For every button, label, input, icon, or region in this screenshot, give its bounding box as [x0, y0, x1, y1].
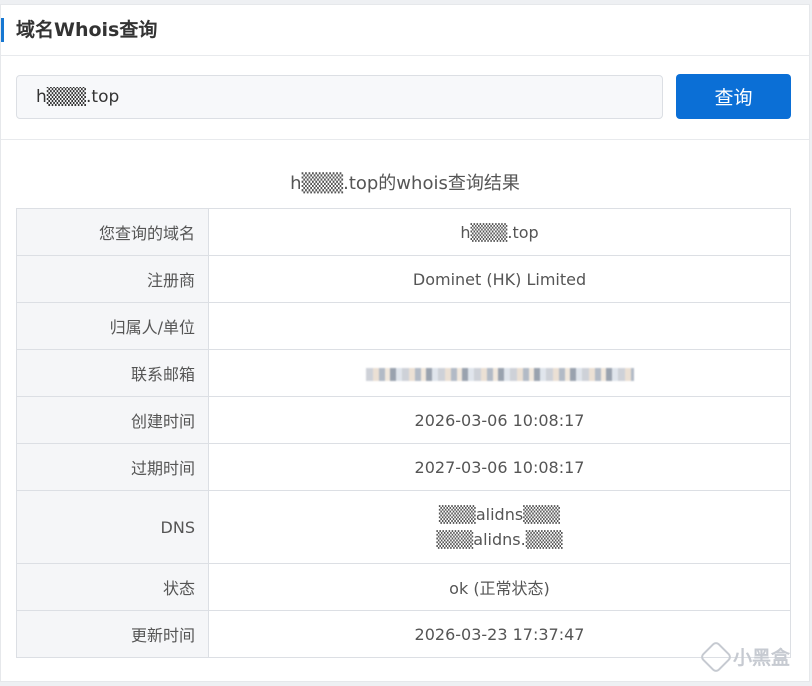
header-accent-bar — [1, 18, 4, 42]
row-label-created: 创建时间 — [16, 396, 209, 444]
row-label-registrar: 注册商 — [16, 255, 209, 303]
query-button[interactable]: 查询 — [676, 74, 791, 119]
whois-result-table: 您查询的域名 h▒▒▒.top 注册商 Dominet (HK) Limited… — [16, 208, 791, 658]
table-row: 归属人/单位 — [16, 302, 791, 350]
result-title: h▒▒▒.top的whois查询结果 — [290, 173, 520, 194]
watermark: 小黑盒 — [699, 639, 790, 674]
row-label-owner: 归属人/单位 — [16, 302, 209, 350]
row-label-dns: DNS — [16, 490, 209, 564]
row-value-expires: 2027-03-06 10:08:17 — [208, 443, 791, 491]
row-value-dns: ▒▒▒alidns▒▒▒ ▒▒▒alidns.▒▒▒ — [208, 490, 791, 564]
table-row: 过期时间 2027-03-06 10:08:17 — [16, 443, 791, 491]
table-row: DNS ▒▒▒alidns▒▒▒ ▒▒▒alidns.▒▒▒ — [16, 490, 791, 564]
dns-server-2: ▒▒▒alidns.▒▒▒ — [436, 530, 563, 549]
row-label-domain: 您查询的域名 — [16, 208, 209, 256]
row-value-email — [208, 349, 791, 397]
table-row: 注册商 Dominet (HK) Limited — [16, 255, 791, 303]
heybox-logo-icon — [699, 639, 733, 674]
row-value-created: 2026-03-06 10:08:17 — [208, 396, 791, 444]
row-label-expires: 过期时间 — [16, 443, 209, 491]
row-value-status: ok (正常状态) — [208, 563, 791, 611]
table-row: 状态 ok (正常状态) — [16, 563, 791, 611]
watermark-text: 小黑盒 — [732, 647, 790, 669]
domain-input[interactable] — [16, 75, 663, 119]
row-value-owner — [208, 302, 791, 350]
redacted-email — [365, 367, 634, 381]
search-row: 查询 — [1, 56, 809, 140]
table-row: 联系邮箱 — [16, 349, 791, 397]
whois-card: 域名Whois查询 查询 h▒▒▒.top的whois查询结果 您查询的域名 h… — [0, 4, 810, 682]
row-label-status: 状态 — [16, 563, 209, 611]
row-value-domain: h▒▒▒.top — [208, 208, 791, 256]
page-title: 域名Whois查询 — [16, 19, 158, 41]
dns-server-1: ▒▒▒alidns▒▒▒ — [438, 505, 561, 524]
table-row: 更新时间 2026-03-23 17:37:47 — [16, 610, 791, 658]
row-value-registrar: Dominet (HK) Limited — [208, 255, 791, 303]
table-row: 创建时间 2026-03-06 10:08:17 — [16, 396, 791, 444]
table-row: 您查询的域名 h▒▒▒.top — [16, 208, 791, 256]
row-label-email: 联系邮箱 — [16, 349, 209, 397]
row-label-updated: 更新时间 — [16, 610, 209, 658]
card-header: 域名Whois查询 — [1, 5, 809, 56]
